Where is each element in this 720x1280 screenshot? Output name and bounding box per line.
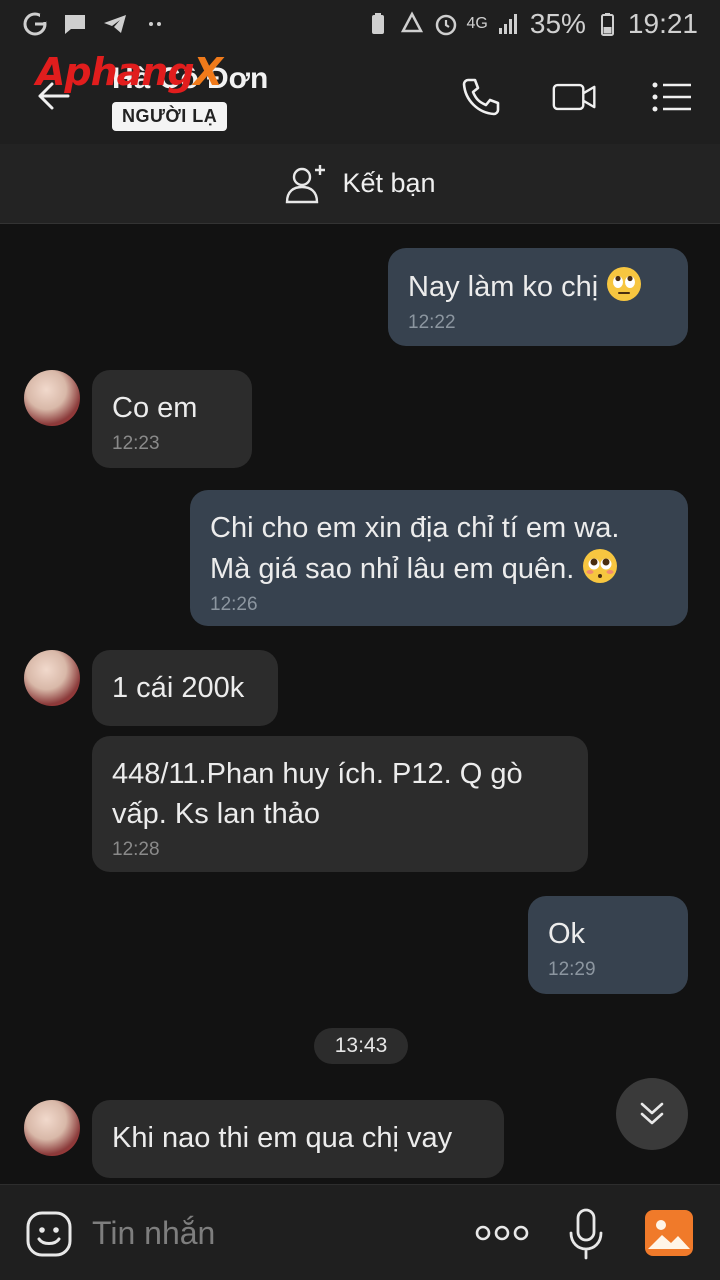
chat-header: Hà Cô Đơn AphangX NGƯỜI LẠ <box>0 48 720 144</box>
network-type: 4G <box>466 15 488 32</box>
message-text: Nay làm ko chị <box>408 271 599 303</box>
message-time: 12:26 <box>210 594 258 615</box>
pleading-face-emoji-icon <box>583 549 618 583</box>
message-bubble-received[interactable]: Co em 12:23 <box>92 370 252 468</box>
message-composer <box>0 1184 720 1280</box>
message-bubble-sent[interactable]: Ok 12:29 <box>528 896 688 994</box>
message-icon <box>65 15 85 34</box>
avatar[interactable] <box>24 650 80 706</box>
message-bubble-received[interactable]: Khi nao thi em qua chị vay <box>92 1100 504 1178</box>
video-call-icon[interactable] <box>552 74 598 120</box>
message-time: 12:23 <box>112 433 160 454</box>
message-text: Khi nao thi em qua chị vay <box>112 1122 453 1154</box>
double-chevron-down-icon <box>640 1102 664 1125</box>
clock: 19:21 <box>627 8 698 39</box>
message-bubble-received[interactable]: 448/11.Phan huy ích. P12. Q gò vấp. Ks l… <box>92 736 588 872</box>
message-list[interactable]: Nay làm ko chị 12:22 Co em 12:23 Chi cho… <box>0 224 720 1184</box>
status-bar: 4G 35% 19:21 <box>0 0 720 48</box>
microphone-icon[interactable] <box>566 1207 606 1261</box>
avatar[interactable] <box>24 1100 80 1156</box>
recycle-icon <box>400 11 423 33</box>
status-right-icons: 4G 35% 19:21 <box>365 8 698 40</box>
message-text-line: 448/11.Phan huy ích. P12. Q gò <box>112 758 523 790</box>
alarm-icon <box>435 14 456 36</box>
add-friend-label: Kết bạn <box>342 168 436 198</box>
phone-call-icon[interactable] <box>458 74 504 120</box>
message-text: 1 cái 200k <box>112 672 245 704</box>
battery-percent: 35% <box>529 8 586 39</box>
message-text-line: Mà giá sao nhỉ lâu em quên. <box>210 553 575 585</box>
message-input[interactable] <box>92 1211 432 1255</box>
watermark-logo: AphangX <box>36 50 223 94</box>
more-options-icon[interactable] <box>474 1217 530 1249</box>
message-text-line: vấp. Ks lan thảo <box>112 798 320 830</box>
message-bubble-received[interactable]: 1 cái 200k <box>92 650 278 726</box>
stranger-badge: NGƯỜI LẠ <box>112 102 228 131</box>
add-user-icon <box>286 164 326 203</box>
dots-icon <box>149 22 161 26</box>
message-time: 12:22 <box>408 312 456 333</box>
telegram-icon <box>104 15 126 33</box>
eyes-up-emoji-icon <box>607 267 642 301</box>
battery-icon <box>600 13 614 36</box>
message-time: 12:29 <box>548 959 596 980</box>
sticker-emoji-icon[interactable] <box>24 1209 74 1259</box>
message-bubble-sent[interactable]: Chi cho em xin địa chỉ tí em wa. Mà giá … <box>190 490 688 626</box>
add-friend-button[interactable]: Kết bạn <box>0 144 720 224</box>
scroll-to-bottom-button[interactable] <box>616 1078 688 1150</box>
signal-icon <box>498 14 517 34</box>
avatar[interactable] <box>24 370 80 426</box>
message-text-line: Chi cho em xin địa chỉ tí em wa. <box>210 512 620 544</box>
date-separator: 13:43 <box>314 1028 408 1064</box>
google-icon <box>23 12 47 36</box>
message-time: 12:28 <box>112 839 160 860</box>
message-text: Co em <box>112 392 198 424</box>
battery-saver-icon <box>371 13 384 34</box>
gallery-image-icon[interactable] <box>644 1209 694 1257</box>
message-bubble-sent[interactable]: Nay làm ko chị 12:22 <box>388 248 688 346</box>
menu-list-icon[interactable] <box>648 74 694 120</box>
status-left-icons <box>22 11 168 37</box>
message-text: Ok <box>548 918 586 950</box>
